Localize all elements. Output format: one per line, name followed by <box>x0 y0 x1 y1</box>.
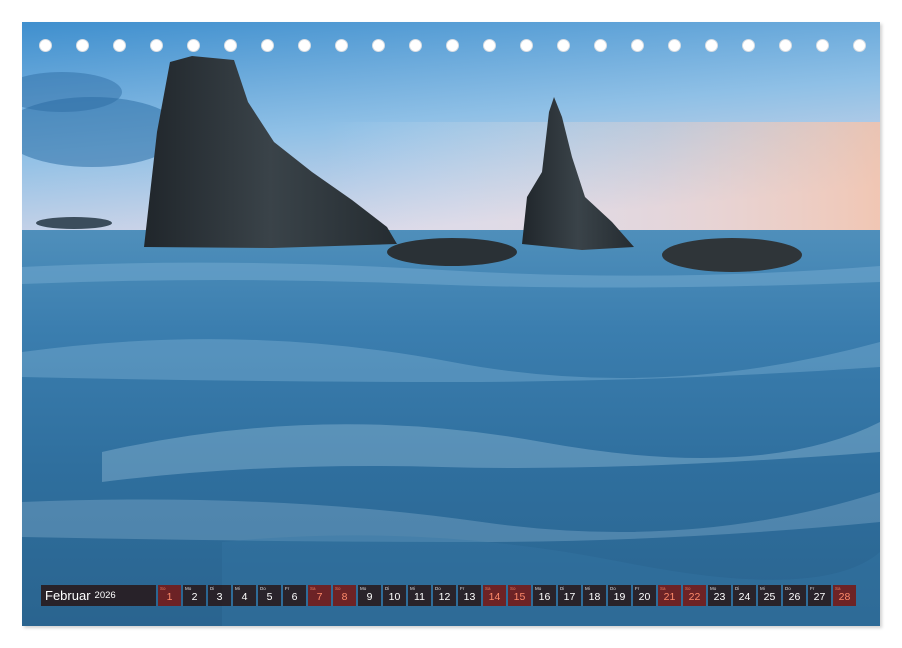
day-number: 28 <box>838 591 851 603</box>
calendar-day-cell: So 22 <box>683 585 706 606</box>
calendar-day-cell: Do 12 <box>433 585 456 606</box>
day-number: 21 <box>663 591 676 603</box>
binding-hole <box>483 39 496 52</box>
binding-hole <box>816 39 829 52</box>
day-number: 5 <box>266 591 273 603</box>
binding-hole <box>668 39 681 52</box>
day-number: 7 <box>316 591 323 603</box>
binding-hole <box>779 39 792 52</box>
day-number: 4 <box>241 591 248 603</box>
seascape-photo <box>22 22 880 626</box>
binding-hole <box>853 39 866 52</box>
binding-hole <box>372 39 385 52</box>
calendar-day-cell: Sa 21 <box>658 585 681 606</box>
calendar-page: Februar 2026 So 1 Mo 2 Di 3 Mi 4 Do 5 Fr 6 Sa 7 So 8 Mo 9… <box>22 22 880 626</box>
binding-hole <box>742 39 755 52</box>
day-number: 25 <box>763 591 776 603</box>
day-number: 13 <box>463 591 476 603</box>
day-number: 26 <box>788 591 801 603</box>
month-label-box: Februar 2026 <box>41 585 156 606</box>
month-year: 2026 <box>94 590 116 601</box>
day-number: 18 <box>588 591 601 603</box>
day-number: 17 <box>563 591 576 603</box>
calendar-day-cell: Sa 14 <box>483 585 506 606</box>
day-number: 22 <box>688 591 701 603</box>
binding-hole <box>261 39 274 52</box>
month-name: Februar <box>45 588 91 603</box>
day-number: 14 <box>488 591 501 603</box>
calendar-day-cell: Mi 4 <box>233 585 256 606</box>
calendar-day-cell: Mo 2 <box>183 585 206 606</box>
binding-hole <box>76 39 89 52</box>
calendar-day-cell: Mi 18 <box>583 585 606 606</box>
day-number: 19 <box>613 591 626 603</box>
day-number: 11 <box>414 591 425 603</box>
calendar-day-cell: Sa 7 <box>308 585 331 606</box>
binding-hole <box>150 39 163 52</box>
day-number: 20 <box>638 591 651 603</box>
calendar-day-cell: Do 5 <box>258 585 281 606</box>
calendar-day-cell: Mo 23 <box>708 585 731 606</box>
calendar-day-cell: Di 10 <box>383 585 406 606</box>
calendar-day-cell: Fr 20 <box>633 585 656 606</box>
day-number: 6 <box>291 591 298 603</box>
calendar-strip: Februar 2026 So 1 Mo 2 Di 3 Mi 4 Do 5 Fr 6 Sa 7 So 8 Mo 9… <box>41 585 856 606</box>
calendar-day-cell: Mi 25 <box>758 585 781 606</box>
day-number: 23 <box>713 591 726 603</box>
day-number: 8 <box>341 591 348 603</box>
day-number: 2 <box>191 591 198 603</box>
day-number: 16 <box>538 591 551 603</box>
day-number: 24 <box>738 591 751 603</box>
binding-hole <box>298 39 311 52</box>
binding-hole <box>335 39 348 52</box>
calendar-day-cell: Mo 9 <box>358 585 381 606</box>
binding-hole <box>409 39 422 52</box>
day-number: 15 <box>513 591 526 603</box>
calendar-day-cell: Di 17 <box>558 585 581 606</box>
binding-hole <box>446 39 459 52</box>
calendar-day-cell: Di 3 <box>208 585 231 606</box>
day-number: 1 <box>166 591 173 603</box>
day-number: 3 <box>216 591 223 603</box>
calendar-day-cell: Sa 28 <box>833 585 856 606</box>
binding-hole <box>631 39 644 52</box>
binding-hole <box>557 39 570 52</box>
binding-hole <box>705 39 718 52</box>
binding-hole <box>113 39 126 52</box>
calendar-day-cell: Fr 27 <box>808 585 831 606</box>
calendar-day-cell: Do 19 <box>608 585 631 606</box>
calendar-day-cell: Fr 6 <box>283 585 306 606</box>
calendar-day-cell: So 15 <box>508 585 531 606</box>
day-number: 10 <box>388 591 401 603</box>
binding-hole <box>224 39 237 52</box>
calendar-day-cell: So 8 <box>333 585 356 606</box>
binding-hole <box>520 39 533 52</box>
calendar-day-cell: Fr 13 <box>458 585 481 606</box>
binding-hole <box>594 39 607 52</box>
calendar-day-cell: Di 24 <box>733 585 756 606</box>
calendar-day-cell: So 1 <box>158 585 181 606</box>
day-number: 12 <box>438 591 451 603</box>
day-number: 27 <box>813 591 826 603</box>
binding-hole <box>187 39 200 52</box>
binding-hole <box>39 39 52 52</box>
calendar-day-cell: Do 26 <box>783 585 806 606</box>
calendar-day-cell: Mi 11 <box>408 585 431 606</box>
calendar-day-cell: Mo 16 <box>533 585 556 606</box>
day-number: 9 <box>366 591 373 603</box>
